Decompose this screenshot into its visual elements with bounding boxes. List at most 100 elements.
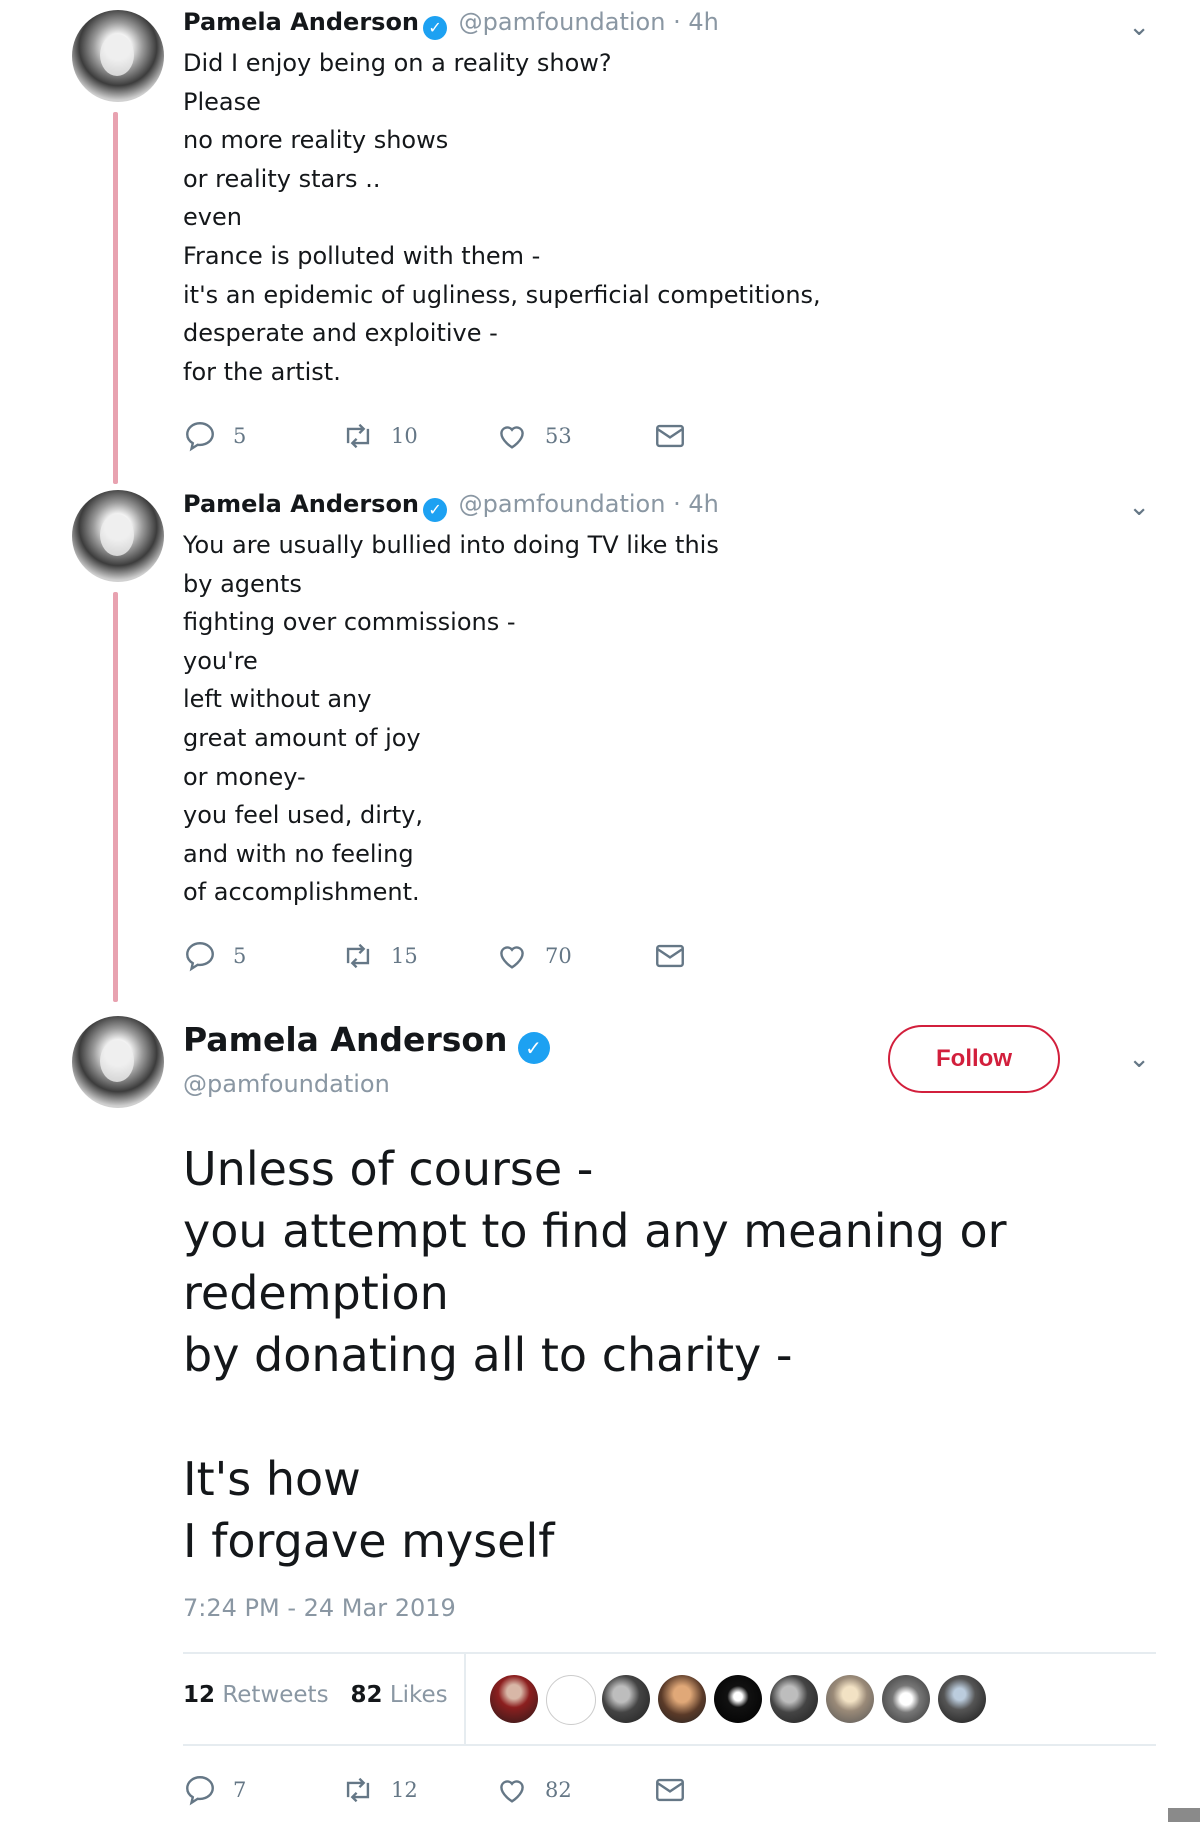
liker-avatar[interactable] [826,1675,874,1723]
direct-message-button[interactable] [653,416,687,456]
tweet-line: even [183,203,242,232]
tweet-text: You are usually bullied into doing TV li… [183,526,719,912]
chevron-down-icon[interactable]: ⌄ [1128,492,1150,522]
tweet-line: France is polluted with them - [183,241,541,270]
likes-stat[interactable]: 82 Likes [351,1682,448,1708]
verified-badge-icon: ✓ [423,16,448,40]
author-handle[interactable]: @pamfoundation [183,1070,390,1098]
tweet-line: for the artist. [183,357,341,386]
reply-button[interactable]: 5 [183,416,246,456]
verified-badge-icon: ✓ [517,1032,550,1064]
liker-avatar[interactable] [546,1675,596,1725]
avatar[interactable] [72,490,164,582]
retweet-button[interactable]: 10 [341,416,418,456]
tweet-actions: 5 15 70 [183,936,743,976]
reply-button[interactable]: 5 [183,936,246,976]
tweet-header: Pamela Anderson ✓ @pamfoundation · 4h [183,490,719,522]
heart-icon [500,1780,524,1803]
tweet-1[interactable]: Pamela Anderson ✓ @pamfoundation · 4h ⌄ D… [0,0,1200,484]
tweet-line: by agents [183,569,302,598]
tweet-text: Unless of course - you attempt to find a… [183,1138,1007,1572]
author-handle[interactable]: @pamfoundation [459,490,666,518]
reply-count: 5 [233,944,247,968]
like-button[interactable]: 70 [495,936,572,976]
like-button[interactable]: 53 [495,416,572,456]
tweet-line: desperate and exploitive - [183,319,498,348]
tweet-text: Did I enjoy being on a reality show? Ple… [183,44,821,391]
likes-label: Likes [389,1682,448,1708]
tweet-time[interactable]: · 4h [673,490,719,518]
retweet-count: 12 [391,1778,418,1802]
liker-avatar[interactable] [658,1675,706,1723]
liker-avatar[interactable] [714,1675,762,1723]
avatar[interactable] [72,1016,164,1108]
tweet-line: of accomplishment. [183,878,420,907]
verified-badge-icon: ✓ [423,498,448,522]
retweet-icon [346,943,370,969]
liker-avatar[interactable] [602,1675,650,1723]
tweet-line: or reality stars .. [183,164,381,193]
envelope-icon [656,1778,684,1802]
retweet-button[interactable]: 12 [341,1770,418,1810]
like-button[interactable]: 82 [495,1770,572,1810]
chevron-down-icon[interactable]: ⌄ [1128,12,1150,42]
tweet-2[interactable]: Pamela Anderson ✓ @pamfoundation · 4h ⌄ Y… [0,484,1200,1002]
tweet-line: left without any [183,685,372,714]
author-name-row: Pamela Anderson ✓ [183,1020,554,1064]
tweet-actions: 5 10 53 [183,416,743,456]
tweet-line: by donating all to charity - [183,1328,793,1382]
reply-icon [186,1776,214,1806]
follow-button[interactable]: Follow [888,1025,1060,1093]
tweet-line: redemption [183,1266,449,1320]
tweet-line: or money- [183,762,306,791]
retweet-icon [346,1777,370,1803]
retweets-stat[interactable]: 12 Retweets [183,1682,329,1708]
tweet-line: you feel used, dirty, [183,801,423,830]
tweet-header: Pamela Anderson ✓ @pamfoundation · 4h [183,8,719,40]
tweet-line: Unless of course - [183,1142,594,1196]
tweet-line: I forgave myself [183,1514,555,1568]
tweet-line: and with no feeling [183,839,414,868]
engagement-stats: 12 Retweets 82 Likes [183,1682,448,1708]
author-name[interactable]: Pamela Anderson [183,1020,508,1059]
tweet-line: You are usually bullied into doing TV li… [183,531,719,559]
envelope-icon [656,424,684,448]
tweet-line: it's an epidemic of ugliness, superficia… [183,280,821,309]
corner-mark [1168,1808,1200,1822]
reply-count: 5 [233,424,247,448]
liker-avatar[interactable] [770,1675,818,1723]
divider [183,1744,1156,1746]
tweet-line: fighting over commissions - [183,608,516,637]
direct-message-button[interactable] [653,1770,687,1810]
like-count: 70 [545,944,572,968]
thread-line [113,112,118,484]
author-handle[interactable]: @pamfoundation [459,8,666,36]
like-count: 53 [545,424,572,448]
reply-count: 7 [233,1778,247,1802]
divider [183,1652,1156,1654]
liker-avatar[interactable] [490,1675,538,1723]
tweet-time[interactable]: · 4h [673,8,719,36]
retweet-icon [346,423,370,449]
chevron-down-icon[interactable]: ⌄ [1128,1044,1150,1074]
avatar[interactable] [72,10,164,102]
tweet-line: Did I enjoy being on a reality show? [183,49,612,77]
reply-icon [186,942,214,972]
author-name[interactable]: Pamela Anderson [183,8,419,36]
reply-button[interactable]: 7 [183,1770,246,1810]
tweet-line: Please [183,87,261,116]
retweet-button[interactable]: 15 [341,936,418,976]
tweet-line: no more reality shows [183,126,449,155]
liker-avatar[interactable] [882,1675,930,1723]
author-name[interactable]: Pamela Anderson [183,490,419,518]
heart-icon [500,426,524,449]
liker-avatar[interactable] [938,1675,986,1723]
envelope-icon [656,944,684,968]
tweet-line: you're [183,646,258,675]
tweet-timestamp[interactable]: 7:24 PM - 24 Mar 2019 [183,1594,456,1622]
direct-message-button[interactable] [653,936,687,976]
thread-line [113,592,118,1002]
retweet-count: 10 [391,424,418,448]
retweets-total: 12 [183,1682,216,1708]
